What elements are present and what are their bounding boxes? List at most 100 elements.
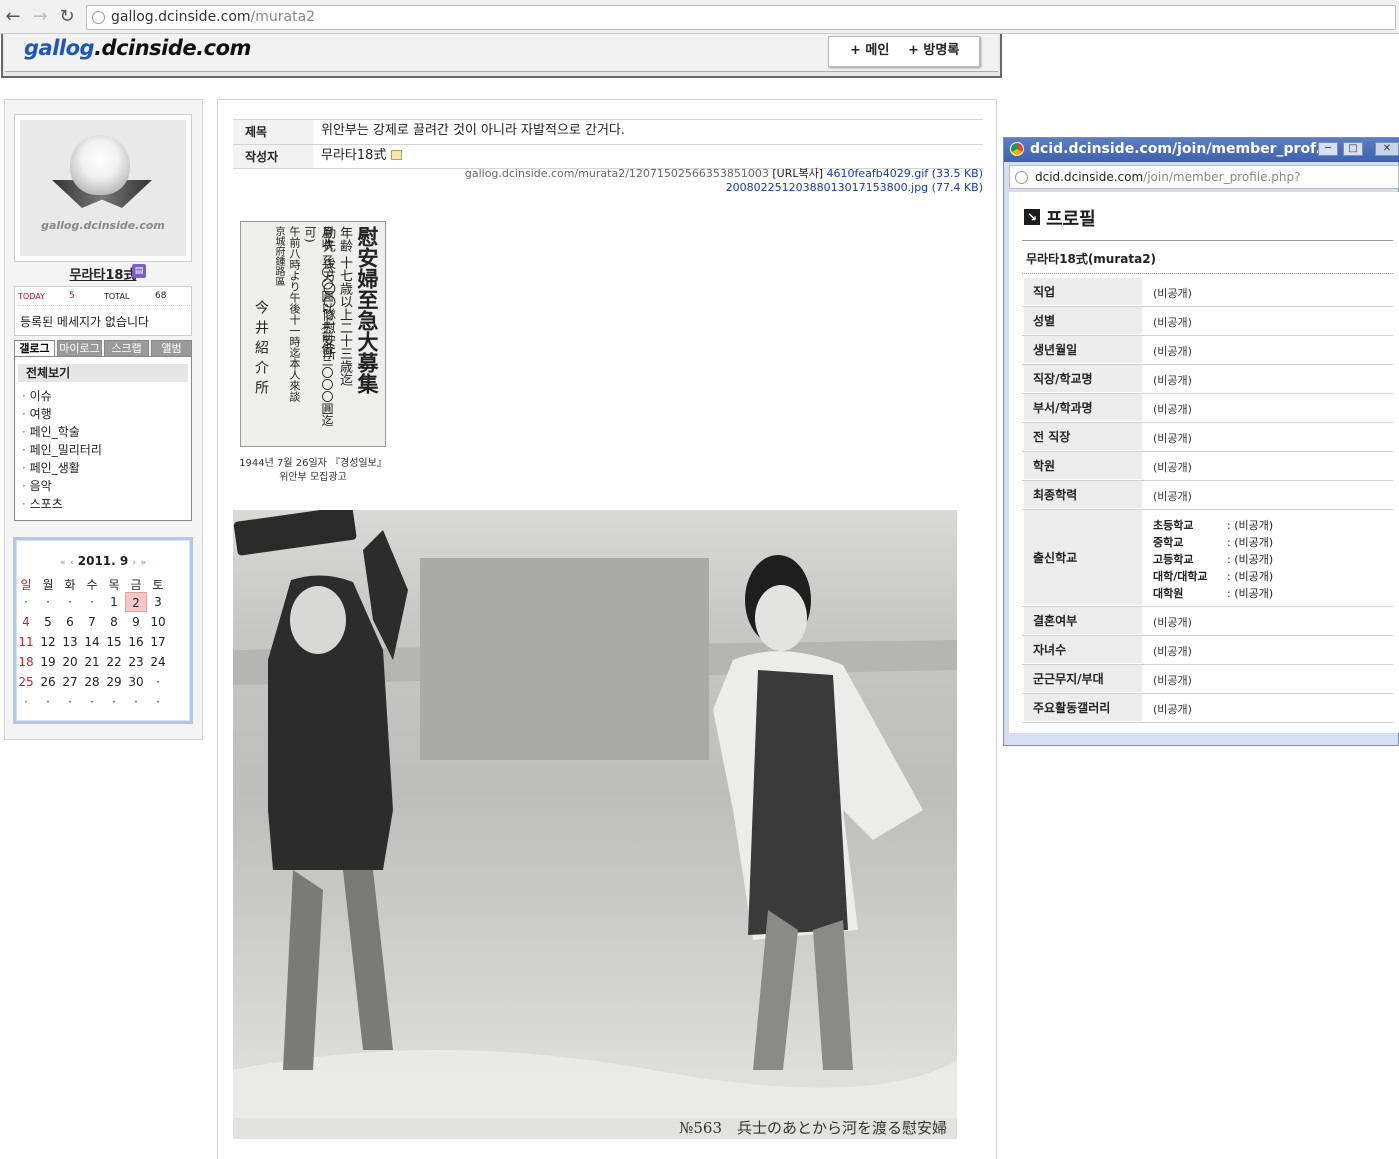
view-all-link[interactable]: 전체보기	[18, 364, 188, 382]
category-sports[interactable]: · 스포츠	[22, 495, 63, 513]
calendar-day[interactable]: 10	[147, 612, 169, 632]
prev-month-icon[interactable]: ‹	[70, 558, 74, 568]
reload-icon[interactable]: ↻	[57, 7, 77, 27]
prev-year-icon[interactable]: «	[60, 558, 66, 568]
calendar-day[interactable]: 16	[125, 632, 147, 652]
calendar-day[interactable]: 5	[37, 612, 59, 632]
category-travel[interactable]: · 여행	[22, 405, 52, 423]
calendar-day[interactable]: 9	[125, 612, 147, 632]
close-button[interactable]: ✕	[1375, 142, 1399, 156]
profile-value-extra2: (비공개)	[1153, 673, 1192, 687]
profile-image-logo: gallog.dcinside.com	[41, 219, 165, 232]
profile-name: 무라타18式(murata2)	[1026, 252, 1157, 266]
tab-mylog[interactable]: 마이로그	[57, 340, 102, 357]
profile-value-row0: (비공개)	[1153, 286, 1192, 300]
calendar-day: ·	[68, 595, 72, 609]
calendar-day[interactable]: 17	[147, 632, 169, 652]
calendar-day: ·	[46, 695, 50, 709]
chrome-icon	[1010, 142, 1024, 156]
menu-guestbook-link[interactable]: + 방명록	[908, 37, 959, 65]
gallog-username[interactable]: 무라타18式	[14, 264, 192, 283]
count-divider	[18, 305, 190, 306]
maximize-button[interactable]: □	[1343, 142, 1363, 156]
calendar-day[interactable]: 20	[59, 652, 81, 672]
calendar-day[interactable]: 26	[37, 672, 59, 692]
profile-value-row6: (비공개)	[1153, 460, 1192, 474]
profile-card-icon[interactable]: ▤	[132, 264, 146, 278]
back-icon[interactable]: ←	[3, 7, 23, 27]
author-profile-icon[interactable]	[390, 150, 402, 160]
clipping-line-3: 月收 三〇〇圓以上(前借三〇〇〇圓迄可)	[303, 226, 334, 427]
calendar-day[interactable]: 4	[15, 612, 37, 632]
tab-scrap[interactable]: 스크랩	[104, 340, 149, 357]
category-life[interactable]: · 페인_생활	[22, 459, 80, 477]
url-copy-button[interactable]: [URL복사]	[772, 167, 823, 180]
url-path: /murata2	[250, 9, 316, 25]
next-month-icon[interactable]: ›	[132, 558, 136, 568]
calendar-day[interactable]: 25	[15, 672, 37, 692]
menu-main-link[interactable]: + 메인	[850, 37, 889, 65]
calendar-day[interactable]: 1	[103, 592, 125, 612]
popup-title: dcid.dcinside.com/join/member_prof...	[1004, 138, 1399, 162]
calendar-day[interactable]: 30	[125, 672, 147, 692]
category-issue[interactable]: · 이슈	[22, 387, 52, 405]
profile-value-extra3: (비공개)	[1153, 702, 1192, 716]
calendar-day[interactable]: 6	[59, 612, 81, 632]
attachment-link-1[interactable]: 4610feafb4029.gif (33.5 KB)	[827, 167, 983, 180]
school-row: 초등학교: (비공개)	[1153, 519, 1274, 532]
popup-page-icon	[1015, 171, 1028, 184]
profile-value-row7: (비공개)	[1153, 489, 1192, 503]
profile-value-row2: (비공개)	[1153, 344, 1192, 358]
sidebar-tabs: 갤로그 마이로그 스크랩 앨범	[14, 340, 192, 357]
calendar-day[interactable]: 28	[81, 672, 103, 692]
calendar-day: ·	[68, 695, 72, 709]
calendar-day[interactable]: 21	[81, 652, 103, 672]
calendar-day[interactable]: 3	[147, 592, 169, 612]
calendar-day[interactable]: 23	[125, 652, 147, 672]
clipping-line-1: 年齢 十七歳以上二十三歳迄	[337, 226, 352, 387]
post-author[interactable]: 무라타18式	[321, 144, 402, 168]
calendar-day[interactable]: 18	[15, 652, 37, 672]
profile-value-row4: (비공개)	[1153, 402, 1192, 416]
calendar-day[interactable]: 22	[103, 652, 125, 672]
file-info: gallog.dcinside.com/murata2/120715025663…	[233, 167, 983, 195]
profile-label-row4: 부서/학과명	[1024, 394, 1142, 421]
minimize-button[interactable]: ─	[1318, 142, 1338, 156]
forward-icon[interactable]: →	[30, 7, 50, 27]
attachment-link-2[interactable]: 20080225120388013017153800.jpg (77.4 KB)	[726, 181, 983, 194]
calendar-day[interactable]: 29	[103, 672, 125, 692]
calendar-day[interactable]: 15	[103, 632, 125, 652]
popup-address-bar[interactable]: dcid.dcinside.com/join/member_profile.ph…	[1009, 165, 1399, 206]
tab-gallog[interactable]: 갤로그	[14, 340, 55, 357]
address-bar[interactable]: gallog.dcinside.com/murata2	[86, 5, 1396, 30]
profile-label-row6: 학원	[1024, 452, 1142, 479]
calendar-day[interactable]: 11	[15, 632, 37, 652]
profile-value-extra1: (비공개)	[1153, 644, 1192, 658]
name-divider	[1022, 273, 1393, 274]
school-row: 대학/대학교: (비공개)	[1153, 570, 1274, 583]
title-label: 제목	[233, 120, 313, 144]
redacted-block	[420, 558, 709, 760]
profile-label-row7: 최종학력	[1024, 481, 1142, 508]
site-logo[interactable]: gallog.dcinside.com	[24, 36, 251, 60]
category-music[interactable]: · 음악	[22, 477, 52, 495]
profile-label-extra0: 결혼여부	[1024, 607, 1142, 634]
calendar-day[interactable]: 27	[59, 672, 81, 692]
clipping-line-5: 京城府鍾路區	[273, 226, 284, 286]
clipping-line-4: 午前八時より午後十一時迄本人來談	[288, 226, 301, 402]
calendar-day[interactable]: 8	[103, 612, 125, 632]
next-year-icon[interactable]: »	[140, 558, 146, 568]
school-row: 대학원: (비공개)	[1153, 587, 1274, 600]
calendar-day[interactable]: 24	[147, 652, 169, 672]
category-military[interactable]: · 페인_밀리터리	[22, 441, 102, 459]
calendar-day[interactable]: 19	[37, 652, 59, 672]
calendar-day[interactable]: 14	[81, 632, 103, 652]
tab-album[interactable]: 앨범	[151, 340, 192, 357]
calendar-day: ·	[90, 595, 94, 609]
profile-value-row1: (비공개)	[1153, 315, 1192, 329]
calendar-day[interactable]: 2	[125, 592, 147, 612]
calendar-day[interactable]: 7	[81, 612, 103, 632]
calendar-day[interactable]: 12	[37, 632, 59, 652]
calendar-day[interactable]: 13	[59, 632, 81, 652]
category-academic[interactable]: · 페인_학술	[22, 423, 80, 441]
